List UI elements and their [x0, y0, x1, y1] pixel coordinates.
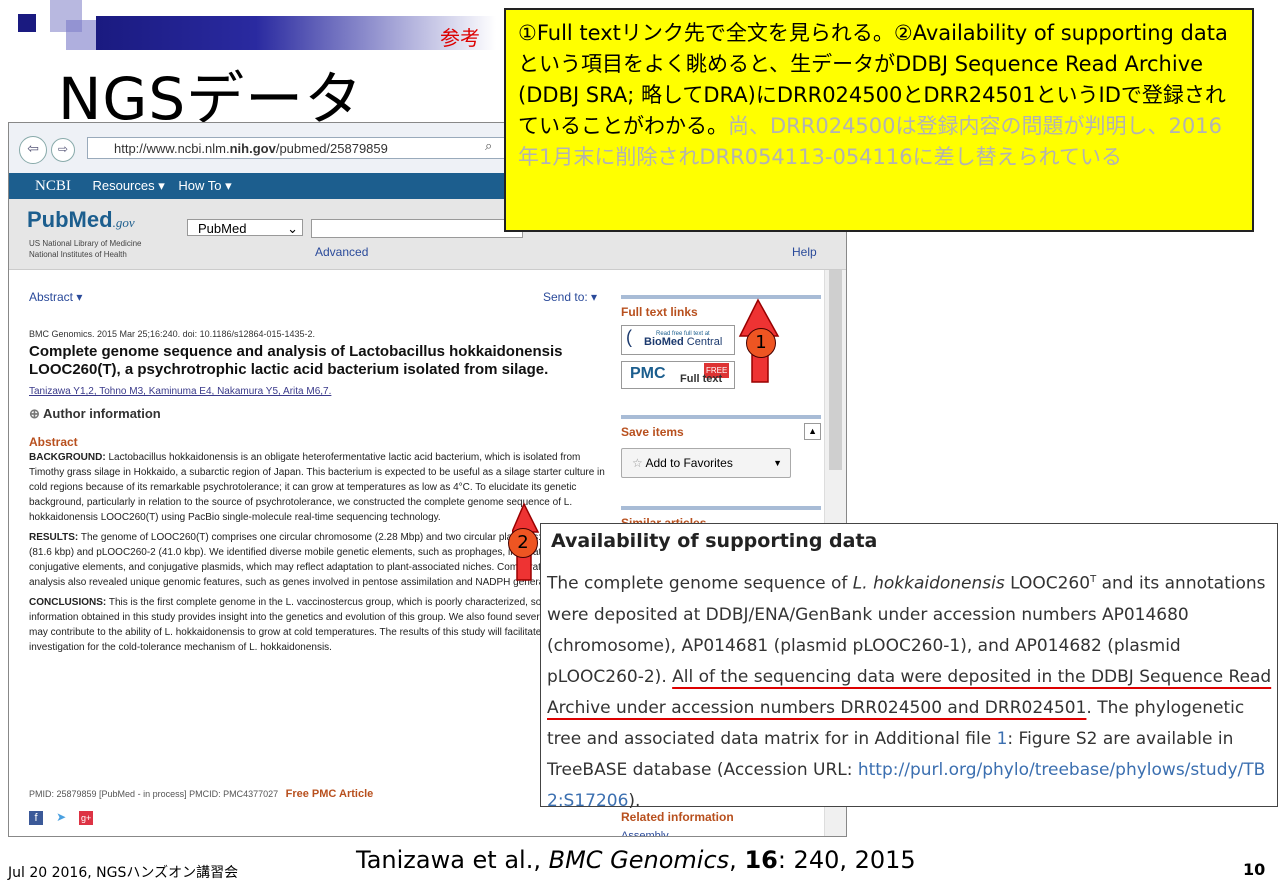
author-list[interactable]: Tanizawa Y1,2, Tohno M3, Kaminuma E4, Na… [29, 384, 331, 399]
scrollbar-thumb[interactable] [829, 270, 842, 470]
database-select-value: PubMed [198, 221, 247, 236]
assembly-link[interactable]: Assembly [621, 829, 821, 836]
save-items-section: Save items ▲ ☆ Add to Favorites ▼ [621, 415, 821, 478]
url-path: /pubmed/25879859 [275, 141, 388, 156]
conclusions-text: This is the first complete genome in the… [29, 597, 600, 653]
page-number: 10 [1243, 860, 1266, 879]
abstract-body: BACKGROUND: Lactobacillus hokkaidonensis… [29, 450, 613, 750]
author-info-label: Author information [43, 406, 161, 421]
share-icons: f ➤ g+ [29, 810, 94, 826]
send-to-label: Send to: [543, 290, 588, 304]
supporting-data-title: Availability of supporting data [551, 530, 878, 552]
help-link[interactable]: Help [792, 245, 817, 259]
plus-icon: ⊕ [29, 406, 40, 421]
add-favorites-label: Add to Favorites [645, 456, 733, 470]
citation-pages: : 240, 2015 [777, 846, 916, 874]
species-name: L. hokkaidonensis [852, 573, 1005, 594]
facebook-icon[interactable]: f [29, 811, 43, 825]
pmc-label: PMC [630, 365, 666, 382]
badge-1: 1 [746, 328, 776, 358]
zoom-text-b: LOOC260 [1004, 573, 1091, 594]
save-items-title: Save items [621, 425, 684, 439]
deco-square-mid [66, 20, 96, 50]
citation-sep: , [729, 846, 745, 874]
back-button[interactable]: ⇦ [19, 136, 47, 164]
search-input[interactable] [311, 219, 523, 238]
results-label: RESULTS: [29, 532, 79, 543]
pmid-text: PMID: 25879859 [PubMed - in process] PMC… [29, 789, 279, 799]
article-title: Complete genome sequence and analysis of… [29, 343, 563, 378]
howto-menu[interactable]: How To ▾ [178, 178, 231, 193]
journal-citation: BMC Genomics. 2015 Mar 25;16:240. doi: 1… [29, 329, 316, 339]
pubmed-gov: .gov [112, 215, 135, 230]
database-select[interactable]: PubMed ⌄ [187, 219, 303, 236]
ncbi-logo[interactable]: NCBI [35, 178, 71, 194]
url-prefix: http://www.ncbi.nlm. [114, 141, 230, 156]
free-pmc-link[interactable]: Free PMC Article [286, 788, 374, 800]
citation-volume: 16 [744, 846, 778, 874]
pmc-link[interactable]: PMC FREE Full text [621, 361, 735, 389]
biomed-bold: BioMed [644, 336, 684, 348]
abstract-heading: Abstract [29, 435, 78, 449]
twitter-icon[interactable]: ➤ [56, 810, 66, 825]
biomed-name: BioMed Central [644, 335, 722, 350]
biomed-central-link[interactable]: ( Read free full text at BioMed Central [621, 325, 735, 355]
author-info-toggle[interactable]: ⊕ Author information [29, 406, 161, 421]
pmc-fulltext: Full text [680, 373, 723, 385]
url-field[interactable]: http://www.ncbi.nlm.nih.gov/pubmed/25879… [87, 137, 507, 159]
citation-authors: Tanizawa et al., [356, 846, 549, 874]
zoom-text-f: ). [628, 790, 641, 811]
display-format-label: Abstract [29, 290, 74, 304]
howto-label: How To [178, 178, 222, 193]
conclusions-label: CONCLUSIONS: [29, 597, 107, 608]
forward-button[interactable]: ⇨ [51, 138, 75, 162]
biomed-logo-icon: ( [626, 327, 632, 347]
reference-label: 参考 [440, 26, 480, 50]
badge-2: 2 [508, 528, 538, 558]
googleplus-icon[interactable]: g+ [79, 811, 94, 825]
url-domain: nih.gov [229, 141, 276, 156]
nlm-line2: National Institutes of Health [29, 250, 127, 259]
send-to[interactable]: Send to: ▾ [543, 290, 597, 305]
display-format[interactable]: Abstract ▾ [29, 290, 82, 305]
background-label: BACKGROUND: [29, 452, 106, 463]
title-gradient-bar [96, 16, 496, 50]
divider [621, 506, 821, 510]
biomed-central-text: Central [686, 336, 723, 348]
additional-file-link[interactable]: 1 [997, 729, 1008, 749]
chevron-down-icon: ▼ [773, 458, 782, 468]
supporting-data-zoom: Availability of supporting data The comp… [540, 523, 1278, 811]
divider [621, 415, 821, 419]
collapse-icon[interactable]: ▲ [804, 423, 821, 440]
deco-square-dark [18, 14, 36, 32]
explanation-callout: ①Full textリンク先で全文を見られる。②Availability of … [504, 8, 1254, 232]
add-to-favorites-button[interactable]: ☆ Add to Favorites ▼ [621, 448, 791, 478]
advanced-link[interactable]: Advanced [315, 245, 368, 259]
zoom-text-a: The complete genome sequence of [547, 573, 853, 594]
chevron-down-icon: ⌄ [287, 221, 298, 236]
pubmed-logo[interactable]: PubMed.gov [27, 207, 135, 233]
supporting-data-text: The complete genome sequence of L. hokka… [547, 564, 1273, 817]
footer-citation: Tanizawa et al., BMC Genomics, 16: 240, … [356, 846, 916, 874]
pubmed-logo-text: PubMed [27, 207, 113, 232]
resources-label: Resources [92, 178, 155, 193]
nlm-line1: US National Library of Medicine [29, 239, 142, 248]
resources-menu[interactable]: Resources ▾ [92, 178, 164, 193]
pmid-line: PMID: 25879859 [PubMed - in process] PMC… [29, 787, 373, 802]
star-icon: ☆ [632, 456, 643, 470]
footer-date: Jul 20 2016, NGSハンズオン講習会 [8, 865, 239, 881]
search-icon[interactable]: ⌕ [485, 139, 492, 154]
citation-journal: BMC Genomics [548, 846, 730, 874]
